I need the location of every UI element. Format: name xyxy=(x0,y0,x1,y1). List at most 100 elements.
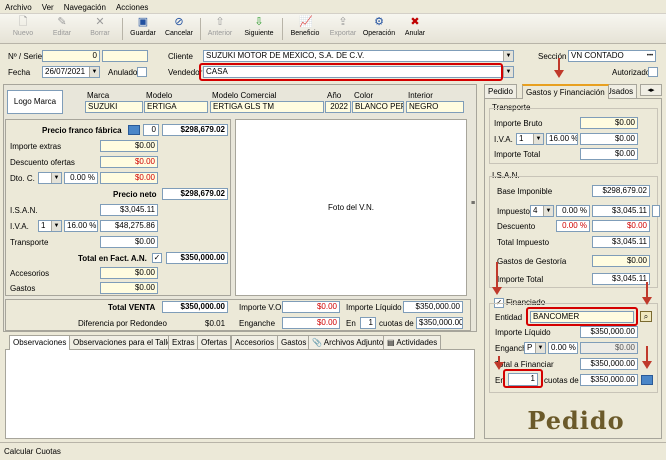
chevron-down-icon[interactable]: ▼ xyxy=(503,67,513,77)
cliente-field[interactable]: SUZUKI MOTOR DE MEXICO, S.A. DE C.V. ▼ xyxy=(203,50,514,62)
dto-field[interactable]: $0.00 xyxy=(100,172,158,184)
menu-archivo[interactable]: Archivo xyxy=(0,0,37,13)
f-liquido-field[interactable]: $350,000.00 xyxy=(580,326,638,338)
chevron-down-icon[interactable]: ▼ xyxy=(503,51,513,61)
comercial-field[interactable]: ERTIGA GLS TM xyxy=(210,101,324,113)
gastos-field[interactable]: $0.00 xyxy=(100,282,158,294)
interior-field[interactable]: NEGRO xyxy=(406,101,464,113)
menu-acciones[interactable]: Acciones xyxy=(111,0,153,13)
liquido-field[interactable]: $350,000.00 xyxy=(403,301,463,313)
impuesto-pct[interactable]: 0.00 % xyxy=(556,205,590,217)
save-button[interactable]: ▣ Guardar xyxy=(127,15,159,43)
franco-field[interactable]: $298,679.02 xyxy=(162,124,228,136)
total-impuesto-field[interactable]: $3,045.11 xyxy=(592,236,650,248)
tab-pedido[interactable]: Pedido xyxy=(484,84,517,98)
menu-navegacion[interactable]: Navegación xyxy=(59,0,111,13)
iva-pct-field[interactable]: 16.00 % xyxy=(64,220,98,232)
importe-total-field[interactable]: $3,045.11 xyxy=(592,273,650,285)
delete-button[interactable]: ✕ Borrar xyxy=(86,15,114,43)
tab-archivos[interactable]: 📎 Archivos Adjuntos xyxy=(308,335,392,349)
calculator-icon[interactable] xyxy=(641,375,653,385)
impuesto-select[interactable]: 4 ▼ xyxy=(530,205,554,217)
t-total-field[interactable]: $0.00 xyxy=(580,148,638,160)
t-iva-select[interactable]: 1 ▼ xyxy=(516,133,544,145)
modelo-field[interactable]: ERTIGA xyxy=(144,101,208,113)
lookup-icon[interactable]: ⌕ xyxy=(640,311,652,322)
impuesto-field[interactable]: $3,045.11 xyxy=(592,205,650,217)
iva-select[interactable]: 1 ▼ xyxy=(38,220,62,232)
extras-field[interactable]: $0.00 xyxy=(100,140,158,152)
cuotas-n-field[interactable]: 1 xyxy=(360,317,376,329)
chevron-down-icon[interactable]: ▼ xyxy=(535,343,545,353)
t-iva-field[interactable]: $0.00 xyxy=(580,133,638,145)
chevron-down-icon[interactable]: ▼ xyxy=(533,134,543,144)
dto-select[interactable]: ▼ xyxy=(38,172,62,184)
pointer-arrow-icon xyxy=(642,361,652,369)
chevron-down-icon[interactable]: ▼ xyxy=(543,206,553,216)
serie-number-field[interactable]: 0 xyxy=(42,50,100,62)
iva-field[interactable]: $48,275.86 xyxy=(100,220,158,232)
tab-ofertas[interactable]: Ofertas xyxy=(197,335,232,349)
tab-accesorios[interactable]: Accesorios xyxy=(231,335,279,349)
f-total-field[interactable]: $350,000.00 xyxy=(580,358,638,370)
menu-ver[interactable]: Ver xyxy=(37,0,59,13)
vehicle-photo[interactable]: Foto del V.N. xyxy=(235,119,467,296)
toolbar: 🗋 Nuevo ✎ Editar ✕ Borrar ▣ Guardar ⊘ Cancela… xyxy=(0,14,666,44)
accesorios-field[interactable]: $0.00 xyxy=(100,267,158,279)
chevron-down-icon[interactable]: ▼ xyxy=(51,221,61,231)
tab-observaciones[interactable]: Observaciones xyxy=(9,335,71,350)
anio-field[interactable]: 2022 xyxy=(325,101,351,113)
void-button[interactable]: ✖ Anular xyxy=(400,15,430,43)
autorizado-checkbox[interactable] xyxy=(648,67,658,77)
profit-button[interactable]: 📈 Beneficio xyxy=(286,15,324,43)
f-cuotas-field[interactable]: $350,000.00 xyxy=(580,374,638,386)
venta-field[interactable]: $350,000.00 xyxy=(162,301,228,313)
date-field[interactable]: 26/07/2021 ▼ xyxy=(42,66,100,78)
impuesto-extra-field[interactable] xyxy=(652,205,660,217)
marca-field[interactable]: SUZUKI xyxy=(85,101,143,113)
previous-button[interactable]: ⇧ Anterior xyxy=(204,15,236,43)
chevron-down-icon[interactable]: ▼ xyxy=(51,173,61,183)
f-enganche-select[interactable]: P ▼ xyxy=(524,342,546,354)
total-checkbox[interactable]: ✓ xyxy=(152,253,162,263)
isan-desc-field[interactable]: $0.00 xyxy=(592,220,650,232)
tab-observaciones-taller[interactable]: Observaciones para el Taller xyxy=(69,335,179,349)
calculator-icon[interactable] xyxy=(128,125,140,135)
serie-field[interactable] xyxy=(102,50,148,62)
cancel-button[interactable]: ⊘ Cancelar xyxy=(163,15,195,43)
t-iva-pct[interactable]: 16.00 % xyxy=(546,133,578,145)
franco-qty-field[interactable]: 0 xyxy=(143,124,159,136)
chevron-down-icon[interactable]: ▼ xyxy=(89,67,99,77)
total-field[interactable]: $350,000.00 xyxy=(166,252,228,264)
edit-button[interactable]: ✎ Editar xyxy=(48,15,76,43)
color-field[interactable]: BLANCO PERL xyxy=(352,101,404,113)
splitter-handle-icon[interactable]: ≡ xyxy=(470,196,476,212)
tab-scroll-arrows-icon[interactable]: ◂▸ xyxy=(640,84,662,96)
tab-actividades[interactable]: ▤ Actividades xyxy=(383,335,442,349)
isan-field[interactable]: $3,045.11 xyxy=(100,204,158,216)
more-icon[interactable]: ••• xyxy=(645,51,655,61)
tab-gastos-financiacion[interactable]: Gastos y Financiación xyxy=(522,84,609,99)
observaciones-textarea[interactable] xyxy=(5,349,475,439)
vo-field[interactable]: $0.00 xyxy=(282,301,340,313)
seccion-field[interactable]: VN CONTADO ••• xyxy=(568,50,656,62)
enganche-field[interactable]: $0.00 xyxy=(282,317,340,329)
gestoria-field[interactable]: $0.00 xyxy=(592,255,650,267)
f-enganche-pct[interactable]: 0.00 % xyxy=(548,342,578,354)
transporte-field[interactable]: $0.00 xyxy=(100,236,158,248)
base-field[interactable]: $298,679.02 xyxy=(592,185,650,197)
neto-field[interactable]: $298,679.02 xyxy=(162,188,228,200)
isan-desc-pct[interactable]: 0.00 % xyxy=(556,220,590,232)
dto-pct-field[interactable]: 0.00 % xyxy=(64,172,98,184)
next-button[interactable]: ⇩ Siguiente xyxy=(241,15,277,43)
desc-field[interactable]: $0.00 xyxy=(100,156,158,168)
anulado-checkbox[interactable] xyxy=(137,67,147,77)
tab-gastos[interactable]: Gastos xyxy=(277,335,311,349)
export-button[interactable]: ⇪ Exportar xyxy=(326,15,360,43)
cuotas-field[interactable]: $350,000.00 xyxy=(416,317,463,329)
f-enganche-field[interactable]: $0.00 xyxy=(580,342,638,354)
tab-extras[interactable]: Extras xyxy=(168,335,199,349)
bruto-field[interactable]: $0.00 xyxy=(580,117,638,129)
new-button[interactable]: 🗋 Nuevo xyxy=(10,15,36,43)
operation-button[interactable]: ⚙ Operación xyxy=(360,15,398,43)
